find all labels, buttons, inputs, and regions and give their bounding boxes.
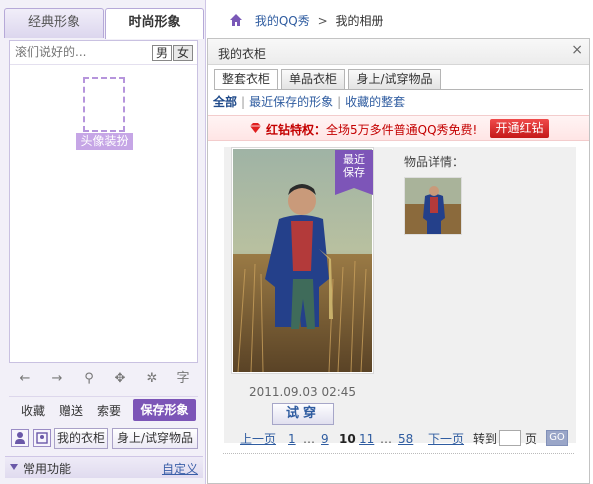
collapse-triangle-icon[interactable] [10, 464, 18, 470]
promo-detail: 全场5万多件普通QQ秀免费! [326, 123, 478, 137]
avatar-actions: 收藏 赠送 索要 保存形象 [9, 396, 198, 422]
try-on-button[interactable]: 试穿 [272, 403, 334, 425]
collect-button[interactable]: 收藏 [21, 401, 45, 421]
move-icon[interactable]: ✥ [110, 369, 130, 389]
head-frame[interactable] [83, 77, 125, 132]
breadcrumb-current: 我的相册 [335, 14, 384, 28]
my-wardrobe-button[interactable]: 我的衣柜 [54, 428, 108, 449]
save-avatar-button[interactable]: 保存形象 [133, 399, 196, 421]
home-icon [230, 14, 242, 26]
head-dressup-label[interactable]: 头像装扮 [76, 133, 133, 150]
page-number-input[interactable] [499, 430, 521, 446]
outfit-date: 2011.09.03 02:45 [248, 385, 357, 399]
recent-saved-badge: 最近 保存 [335, 150, 373, 188]
common-functions-label: 常用功能 [23, 462, 72, 476]
tab-classic-avatar[interactable]: 经典形象 [4, 8, 104, 38]
dialog-titlebar: 我的衣柜 × [208, 39, 589, 65]
goto-label: 转到 [473, 432, 498, 446]
next-page-link[interactable]: 下一页 [428, 431, 464, 447]
customize-link[interactable]: 自定义 [162, 460, 198, 477]
divider [214, 89, 583, 90]
breadcrumb-separator: > [317, 14, 328, 28]
tab-outfit-wardrobe[interactable]: 整套衣柜 [214, 69, 278, 90]
avatar-preview: 男 女 头像装扮 [9, 40, 198, 363]
red-diamond-icon [250, 123, 261, 133]
on-body-items-button[interactable]: 身上/试穿物品 [112, 428, 198, 449]
avatar-style-tabs: 经典形象 时尚形象 [4, 8, 204, 39]
page-link-9[interactable]: 9 [321, 431, 329, 447]
filter-recent-saved[interactable]: 最近保存的形象 [249, 95, 333, 109]
wardrobe-row: 我的衣柜 身上/试穿物品 [9, 428, 198, 450]
prev-page-link[interactable]: 上一页 [240, 431, 276, 447]
outfit-card[interactable]: 最近 保存 [231, 147, 374, 374]
breadcrumb: 我的QQ秀 > 我的相册 [229, 11, 383, 31]
page-link-58[interactable]: 58 [398, 431, 413, 447]
common-functions-bar: 常用功能 自定义 [5, 456, 203, 478]
badge-line-1: 最近 [343, 153, 365, 166]
divider [223, 453, 574, 454]
photo-frame-icon[interactable] [33, 429, 51, 447]
promo-text: 红钻特权：全场5万多件普通QQ秀免费! [266, 121, 477, 138]
current-page: 10 [339, 432, 356, 446]
wardrobe-content: 最近 保存 2011.09.03 02:45 试穿 物品详情： [224, 147, 576, 443]
badge-tail [335, 188, 373, 195]
avatar-panel: 经典形象 时尚形象 男 女 头像装扮 ← → ⚲ ✥ ✲ 字 收藏 赠送 索要 … [0, 0, 206, 484]
magic-wand-icon[interactable]: ✲ [142, 369, 162, 389]
redo-arrow-icon[interactable]: → [47, 369, 67, 389]
open-red-diamond-button[interactable]: 开通红钻 [490, 119, 549, 138]
undo-arrow-icon[interactable]: ← [15, 369, 35, 389]
ellipsis: … [303, 432, 315, 446]
red-diamond-promo: 红钻特权：全场5万多件普通QQ秀免费! 开通红钻 [208, 115, 589, 141]
ellipsis: … [380, 432, 392, 446]
gender-female-button[interactable]: 女 [173, 45, 193, 61]
tab-item-wardrobe[interactable]: 单品衣柜 [281, 69, 345, 89]
wardrobe-dialog: 我的衣柜 × 整套衣柜 单品衣柜 身上/试穿物品 全部 | 最近保存的形象 | 收藏的整… [207, 38, 590, 484]
page-link-11[interactable]: 11 [359, 431, 374, 447]
gift-button[interactable]: 赠送 [59, 401, 83, 421]
go-button[interactable]: GO [546, 430, 568, 446]
promo-title: 红钻特权： [266, 123, 327, 137]
badge-line-2: 保存 [343, 166, 365, 179]
tab-fashion-avatar[interactable]: 时尚形象 [105, 8, 204, 39]
person-icon[interactable] [11, 429, 29, 447]
gender-male-button[interactable]: 男 [152, 45, 172, 61]
page-unit-label: 页 [525, 432, 538, 446]
item-thumbnail[interactable] [404, 177, 462, 235]
zoom-icon[interactable]: ⚲ [79, 369, 99, 389]
divider [10, 64, 197, 65]
close-icon[interactable]: × [571, 42, 583, 58]
page-link-1[interactable]: 1 [288, 431, 296, 447]
request-button[interactable]: 索要 [97, 401, 121, 421]
item-detail-label: 物品详情： [404, 155, 465, 169]
dialog-title: 我的衣柜 [218, 47, 267, 61]
filter-collected-outfits[interactable]: 收藏的整套 [345, 95, 405, 109]
avatar-toolbar: ← → ⚲ ✥ ✲ 字 [9, 367, 198, 391]
pagination: 上一页 1 … 9 10 11 … 58 下一页 转到 页 GO [208, 430, 591, 447]
filter-links: 全部 | 最近保存的形象 | 收藏的整套 [213, 95, 406, 109]
say-input[interactable] [11, 42, 149, 62]
breadcrumb-home-link[interactable]: 我的QQ秀 [255, 14, 310, 28]
text-icon[interactable]: 字 [173, 369, 193, 389]
tab-on-body-items[interactable]: 身上/试穿物品 [348, 69, 441, 89]
filter-all[interactable]: 全部 [213, 95, 237, 109]
